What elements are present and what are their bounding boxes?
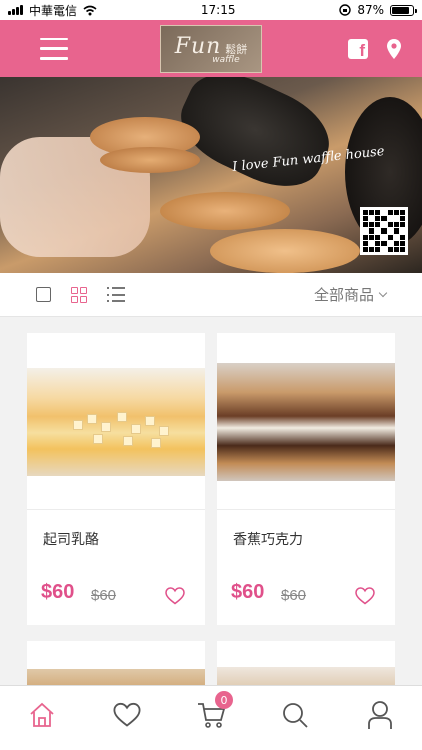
product-image[interactable] xyxy=(27,368,205,476)
carrier-label: 中華電信 xyxy=(29,3,78,18)
favorites-heart-icon[interactable] xyxy=(109,697,145,733)
wifi-icon xyxy=(83,5,97,15)
brand-logo[interactable]: Fun 鬆餅 waffle xyxy=(160,25,262,73)
product-name[interactable]: 起司乳酪 xyxy=(43,529,99,549)
product-price: $60 xyxy=(231,581,265,603)
hero-waffle xyxy=(100,147,200,173)
battery-fill xyxy=(392,6,410,14)
clock: 17:15 xyxy=(200,3,236,17)
cart-icon[interactable]: 0 xyxy=(193,691,233,733)
battery-icon xyxy=(390,4,417,16)
category-filter-label: 全部商品 xyxy=(313,286,374,304)
product-image[interactable] xyxy=(217,363,395,481)
search-icon[interactable] xyxy=(277,697,313,733)
bottom-nav: 0 xyxy=(0,685,422,750)
hero-banner[interactable]: I love Fun waffle house xyxy=(0,77,422,273)
product-name[interactable]: 香蕉巧克力 xyxy=(233,529,303,549)
list-view-icon[interactable] xyxy=(107,287,125,302)
product-price: $60 xyxy=(41,581,75,603)
facebook-icon[interactable]: f xyxy=(348,38,368,60)
user-icon[interactable] xyxy=(362,697,398,733)
product-card[interactable]: 香蕉巧克力 $60 $60 xyxy=(217,333,395,625)
card-divider xyxy=(27,509,205,510)
category-filter-dropdown[interactable]: 全部商品 xyxy=(313,284,388,305)
view-toolbar: 全部商品 xyxy=(0,273,422,317)
logo-sub-text: waffle xyxy=(212,54,240,65)
cheese-cubes xyxy=(73,410,173,450)
heart-icon[interactable] xyxy=(165,587,185,605)
home-icon[interactable] xyxy=(24,697,60,733)
grid-view-icon[interactable] xyxy=(71,286,87,303)
hamburger-icon[interactable] xyxy=(40,37,68,60)
battery-percent: 87% xyxy=(357,3,384,17)
status-bar: 中華電信 17:15 87% xyxy=(0,0,422,20)
cart-count-badge: 0 xyxy=(214,691,233,709)
single-view-icon[interactable] xyxy=(36,287,51,302)
location-pin-icon[interactable] xyxy=(386,38,402,60)
hero-waffle xyxy=(160,192,290,230)
heart-icon[interactable] xyxy=(355,587,375,605)
hero-waffle xyxy=(210,229,360,273)
card-divider xyxy=(217,509,395,510)
app-header: Fun 鬆餅 waffle f xyxy=(0,20,422,77)
rotation-lock-icon xyxy=(339,4,352,16)
chevron-down-icon xyxy=(378,288,388,298)
qr-code xyxy=(360,207,408,255)
product-card[interactable]: 起司乳酪 $60 $60 xyxy=(27,333,205,625)
signal-icon xyxy=(8,5,23,15)
product-original-price: $60 xyxy=(281,587,307,604)
product-original-price: $60 xyxy=(91,587,117,604)
